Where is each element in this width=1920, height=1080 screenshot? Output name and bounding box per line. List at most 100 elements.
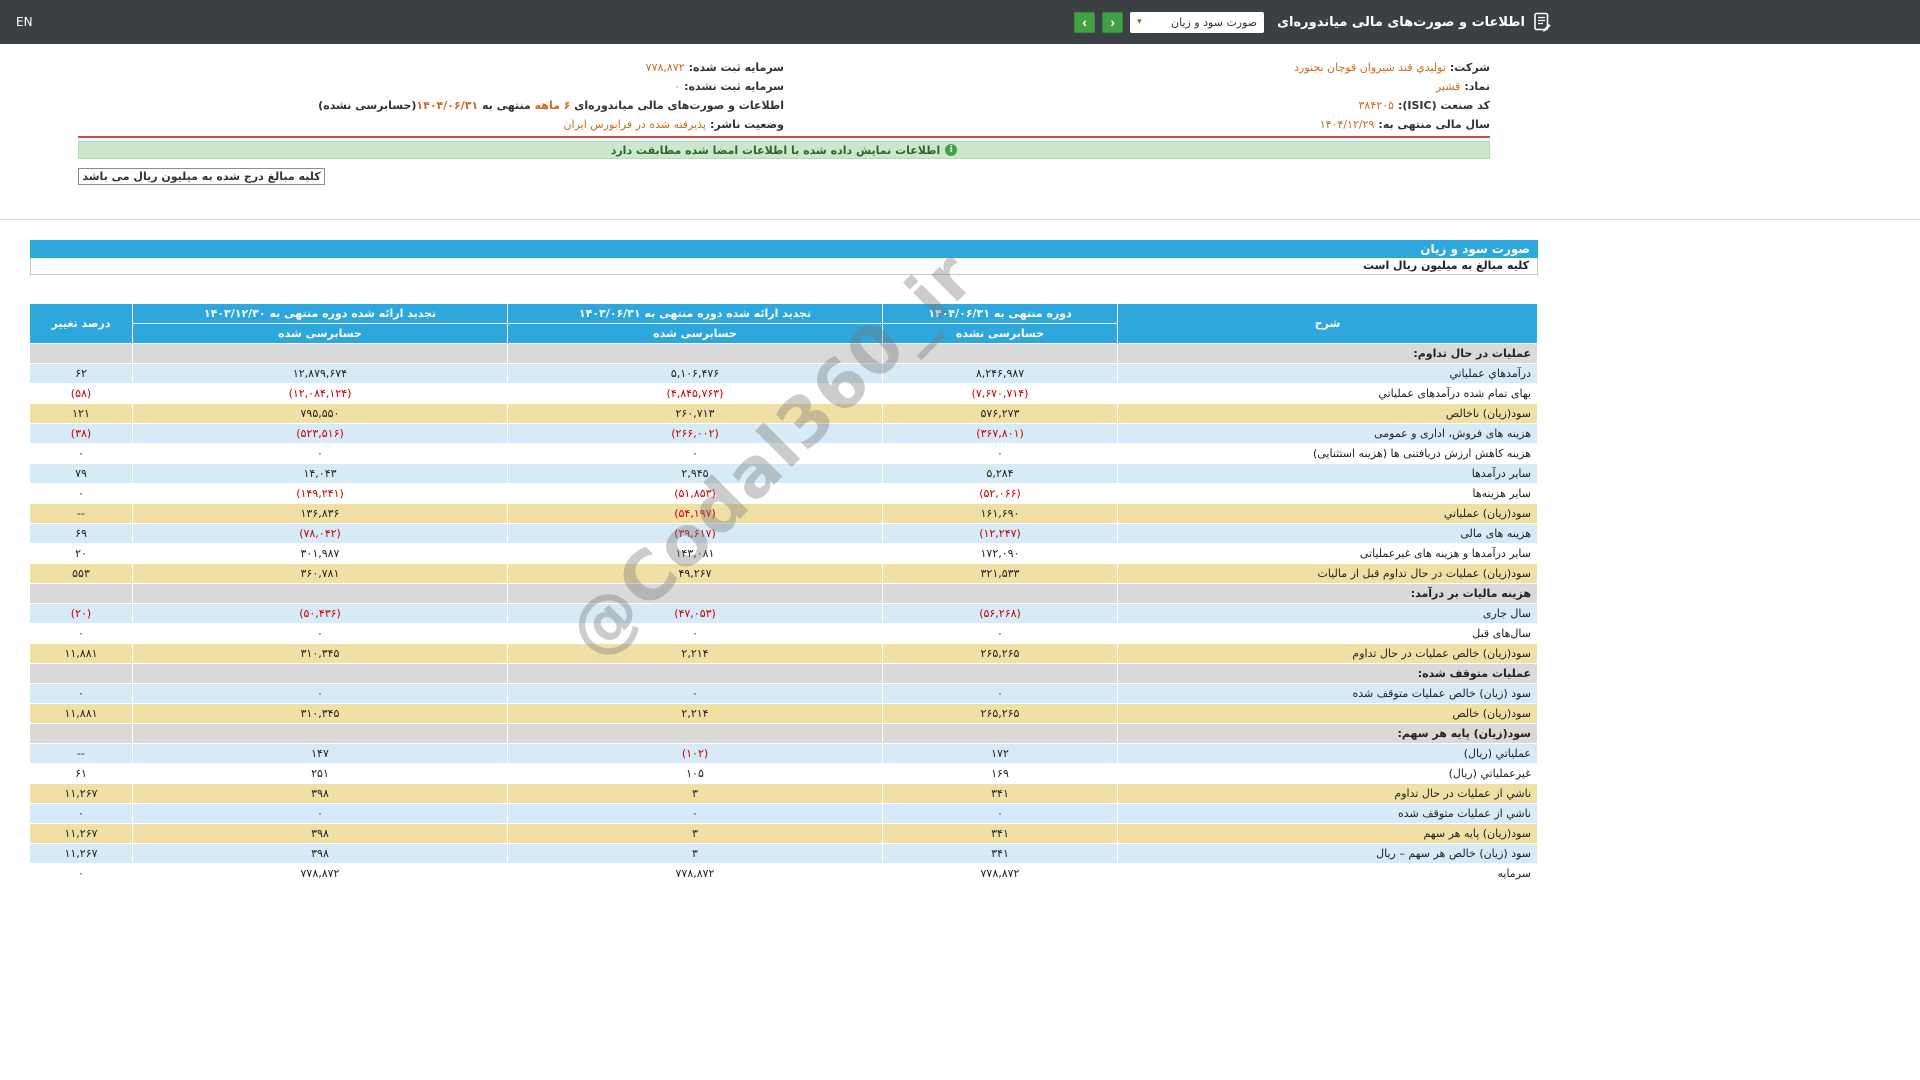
statement-title: صورت سود و زیان xyxy=(30,240,1538,258)
value-cell: (۱۲,۰۸۴,۱۲۴) xyxy=(132,383,508,404)
value-cell: ۱۲,۸۷۹,۶۷۴ xyxy=(132,363,508,384)
value-cell: ۰ xyxy=(29,683,133,704)
section-label: عملیات متوقف شده: xyxy=(1117,663,1538,684)
value-cell: ۰ xyxy=(29,863,133,884)
value-cell: ۱۲۱ xyxy=(29,403,133,424)
info-row: کد صنعت (ISIC):۳۸۴۲۰۵ xyxy=(784,96,1491,115)
row-label: درآمدهاي عملیاتي xyxy=(1117,363,1538,384)
row-label: بهای تمام شده درآمدهای عملیاتي xyxy=(1117,383,1538,404)
table-row: سود(زیان) عملیاتي ۱۶۱,۶۹۰ (۵۴,۱۹۷) ۱۳۶,۸۳۶-… xyxy=(29,503,1538,524)
value-cell: (۱۲,۲۴۷) xyxy=(882,523,1118,544)
statement-select[interactable]: صورت سود و زیان ▾ xyxy=(1130,11,1265,33)
value-cell: ۸,۲۴۶,۹۸۷ xyxy=(882,363,1118,384)
value-cell: (۲۶۶,۰۰۲) xyxy=(507,423,883,444)
value-cell: (۴۷,۰۵۳) xyxy=(507,603,883,624)
value-cell: -- xyxy=(29,503,133,524)
table-row: درآمدهاي عملیاتي ۸,۲۴۶,۹۸۷ ۵,۱۰۶,۴۷۶ ۱۲,۸۷۹… xyxy=(29,363,1538,384)
value-cell: (۵۶,۲۶۸) xyxy=(882,603,1118,624)
row-label: سال جاری xyxy=(1117,603,1538,624)
value-cell: ۱۱,۲۶۷ xyxy=(29,783,133,804)
value-cell: ۰ xyxy=(29,623,133,644)
value-cell: ۴۹,۲۶۷ xyxy=(507,563,883,584)
value-cell: ۰ xyxy=(882,803,1118,824)
value-cell: ۲۶۰,۷۱۳ xyxy=(507,403,883,424)
value-cell: ۳۴۱ xyxy=(882,843,1118,864)
top-navbar: اطلاعات و صورت‌های مالی میاندوره‌ای صورت… xyxy=(0,0,1920,44)
value-cell: ۱۷۲,۰۹۰ xyxy=(882,543,1118,564)
value-cell: (۵۰,۴۳۶) xyxy=(132,603,508,624)
value-cell: ۷۹ xyxy=(29,463,133,484)
value-cell: ۳۴۱ xyxy=(882,823,1118,844)
row-label: سایر درآمدها و هزینه های غیرعملیاتی xyxy=(1117,543,1538,564)
section-label: سود(زیان) پایه هر سهم: xyxy=(1117,723,1538,744)
table-body: عملیات در حال تداوم: درآمدهاي عملیاتي ۸,۲۴… xyxy=(29,343,1538,884)
info-value: پذیرفته شده در فرابورس ایران xyxy=(563,118,707,131)
table-row: هزینه کاهش ارزش دریافتنی ها (هزینه استثن… xyxy=(29,443,1538,464)
table-row: سود(زیان) عملیات در حال تداوم قبل از مال… xyxy=(29,563,1538,584)
statement-select-value: صورت سود و زیان xyxy=(1171,15,1258,29)
table-row: سود (زیان) خالص هر سهم – ریال ۳۴۱ ۳ ۳۹۸ ۱۱,۲… xyxy=(29,843,1538,864)
value-cell: ۲۶۵,۲۶۵ xyxy=(882,643,1118,664)
col-desc: شرح xyxy=(1117,303,1538,344)
prev-statement-button[interactable]: ‹ xyxy=(1102,11,1124,33)
language-toggle[interactable]: EN xyxy=(16,15,33,29)
section-empty-cell xyxy=(29,583,133,604)
row-label: سود (زیان) خالص عملیات متوقف شده xyxy=(1117,683,1538,704)
value-cell: ۳ xyxy=(507,823,883,844)
value-cell: ۱۱,۸۸۱ xyxy=(29,703,133,724)
table-row: سایر درآمدها و هزینه های غیرعملیاتی ۱۷۲,۰… xyxy=(29,543,1538,564)
company-info-left: سرمایه ثبت شده:۷۷۸,۸۷۲ سرمایه ثبت نشده:۰ ا… xyxy=(78,58,784,134)
value-cell: ۶۲ xyxy=(29,363,133,384)
col-period-restated-annual: تجدید ارائه شده دوره منتهی به ۱۴۰۳/۱۲/۳۰ xyxy=(132,303,508,324)
value-cell: ۰ xyxy=(132,443,508,464)
report-title: اطلاعات و صورت‌های مالی میاندوره‌ای xyxy=(1277,14,1525,30)
value-cell: ۲۶۵,۲۶۵ xyxy=(882,703,1118,724)
value-cell: ۶۹ xyxy=(29,523,133,544)
table-row: هزینه های مالی (۱۲,۲۴۷) (۳۹,۶۱۷) (۷۸,۰۴۲) ۶۹ xyxy=(29,523,1538,544)
info-value: ۰ xyxy=(674,80,681,93)
value-cell: ۰ xyxy=(29,483,133,504)
value-cell: (۱۴۹,۲۴۱) xyxy=(132,483,508,504)
col-period-restated-mid: تجدید ارائه شده دوره منتهی به ۱۴۰۳/۰۶/۳۱ xyxy=(507,303,883,324)
table-row: عملیاتي (ریال) ۱۷۲ (۱۰۲) ۱۴۷ -- xyxy=(29,743,1538,764)
value-cell: ۰ xyxy=(132,803,508,824)
section-empty-cell xyxy=(132,723,508,744)
row-label: هزینه های مالی xyxy=(1117,523,1538,544)
row-label: غیرعملیاتي (ریال) xyxy=(1117,763,1538,784)
section-row: عملیات متوقف شده: xyxy=(29,663,1538,684)
info-label: سال مالی منتهی به: xyxy=(1378,118,1490,131)
statement-wrap: صورت سود و زیان کلیه مبالغ به میلیون ریا… xyxy=(29,236,1538,884)
value-cell: ۰ xyxy=(132,623,508,644)
section-empty-cell xyxy=(507,583,883,604)
value-cell: ۱۱,۲۶۷ xyxy=(29,843,133,864)
row-label: سرمایه xyxy=(1117,863,1538,884)
section-divider xyxy=(0,219,1920,220)
section-empty-cell xyxy=(29,723,133,744)
value-cell: (۵۲۳,۵۱۶) xyxy=(132,423,508,444)
value-cell: ۰ xyxy=(29,443,133,464)
table-row: سود(زیان) ناخالص ۵۷۶,۲۷۳ ۲۶۰,۷۱۳ ۷۹۵,۵۵۰ ۱۲۱ xyxy=(29,403,1538,424)
row-label: سود(زیان) پایه هر سهم xyxy=(1117,823,1538,844)
income-statement-table: شرح دوره منتهی به ۱۴۰۴/۰۶/۳۱ تجدید ارائه… xyxy=(29,303,1538,884)
value-cell: ۳ xyxy=(507,783,883,804)
company-info-right: شرکت:تولیدي قند شیروان قوچان بجنورد نماد:… xyxy=(784,58,1490,134)
section-label: عملیات در حال تداوم: xyxy=(1117,343,1538,364)
section-empty-cell xyxy=(507,343,883,364)
navbar-controls: اطلاعات و صورت‌های مالی میاندوره‌ای صورت… xyxy=(1074,11,1552,33)
section-row: سود(زیان) پایه هر سهم: xyxy=(29,723,1538,744)
info-label: سرمایه ثبت نشده: xyxy=(684,80,784,93)
info-label: نماد: xyxy=(1464,80,1490,93)
statement-subtitle: کلیه مبالغ به میلیون ریال است xyxy=(30,258,1538,275)
info-value: تولیدي قند شیروان قوچان بجنورد xyxy=(1294,61,1446,74)
table-row: سایر هزینه‌ها (۵۲,۰۶۶) (۵۱,۸۵۳) (۱۴۹,۲۴۱) ۰ xyxy=(29,483,1538,504)
next-statement-button[interactable]: › xyxy=(1074,11,1096,33)
value-cell: ۱۱,۸۸۱ xyxy=(29,643,133,664)
value-cell: (۷,۶۷۰,۷۱۴) xyxy=(882,383,1118,404)
table-row: سایر درآمدها ۵,۲۸۴ ۲,۹۴۵ ۱۴,۰۴۳ ۷۹ xyxy=(29,463,1538,484)
info-label: منتهی به xyxy=(478,99,535,112)
table-header: شرح دوره منتهی به ۱۴۰۴/۰۶/۳۱ تجدید ارائه… xyxy=(29,303,1538,344)
audit-status-mid: حسابرسی شده xyxy=(507,323,883,344)
section-empty-cell xyxy=(882,663,1118,684)
value-cell: ۰ xyxy=(507,683,883,704)
value-cell: (۵۴,۱۹۷) xyxy=(507,503,883,524)
